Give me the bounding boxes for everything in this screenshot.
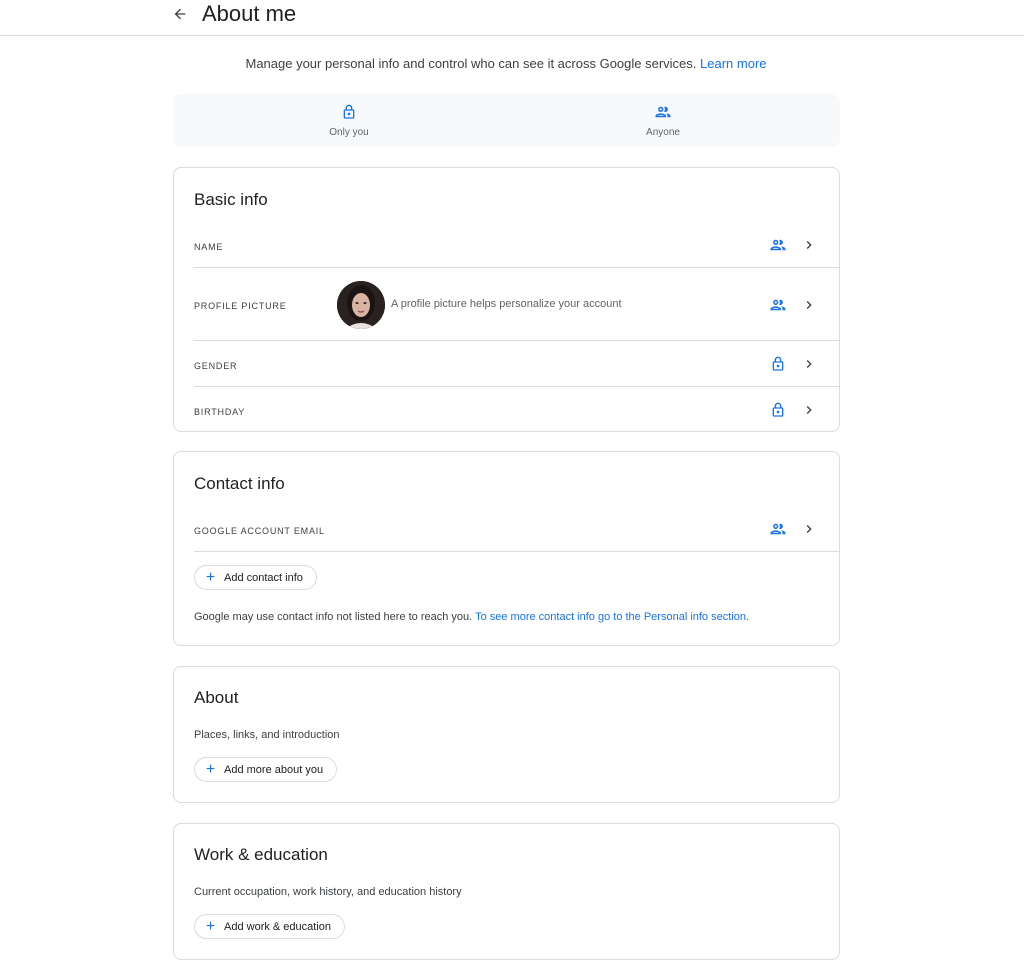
page-title: About me bbox=[202, 1, 297, 26]
personal-info-link[interactable]: To see more contact info go to the Perso… bbox=[475, 611, 749, 623]
chevron-right-icon bbox=[801, 402, 817, 418]
contact-info-card: Contact info GOOGLE ACCOUNT EMAIL + Add … bbox=[173, 451, 840, 646]
intro-text: Manage your personal info and control wh… bbox=[0, 55, 1012, 73]
google-account-email-row[interactable]: GOOGLE ACCOUNT EMAIL bbox=[194, 506, 839, 552]
lock-icon bbox=[772, 356, 784, 371]
profile-picture-hint: A profile picture helps personalize your… bbox=[391, 298, 622, 310]
learn-more-link[interactable]: Learn more bbox=[700, 56, 766, 71]
visibility-anyone bbox=[769, 520, 787, 538]
top-bar: About me bbox=[0, 0, 1024, 36]
chevron-right-icon bbox=[801, 237, 817, 253]
gender-row[interactable]: GENDER bbox=[194, 341, 839, 387]
visibility-only-you bbox=[769, 401, 787, 419]
visibility-anyone bbox=[769, 296, 787, 314]
add-contact-info-label: Add contact info bbox=[224, 571, 303, 584]
work-education-subtitle: Current occupation, work history, and ed… bbox=[194, 886, 462, 898]
visibility-anyone bbox=[769, 236, 787, 254]
name-row[interactable]: NAME bbox=[194, 222, 839, 268]
chevron-right-icon bbox=[801, 521, 817, 537]
about-card: About Places, links, and introduction + … bbox=[173, 666, 840, 803]
people-icon bbox=[655, 106, 671, 118]
people-icon bbox=[770, 523, 786, 535]
chevron-right-icon bbox=[801, 356, 817, 372]
visibility-legend: Only you Anyone bbox=[173, 94, 840, 147]
plus-icon: + bbox=[205, 760, 216, 778]
google-account-email-label: GOOGLE ACCOUNT EMAIL bbox=[194, 526, 325, 536]
about-title: About bbox=[194, 688, 239, 707]
intro-description: Manage your personal info and control wh… bbox=[245, 56, 697, 71]
birthday-row[interactable]: BIRTHDAY bbox=[194, 387, 839, 431]
about-subtitle: Places, links, and introduction bbox=[194, 729, 340, 741]
plus-icon: + bbox=[205, 917, 216, 935]
work-education-card: Work & education Current occupation, wor… bbox=[173, 823, 840, 960]
plus-icon: + bbox=[205, 568, 216, 586]
people-icon bbox=[770, 299, 786, 311]
profile-picture-label: PROFILE PICTURE bbox=[194, 301, 287, 311]
add-contact-info-button[interactable]: + Add contact info bbox=[194, 565, 317, 590]
add-work-education-button[interactable]: + Add work & education bbox=[194, 914, 346, 939]
work-education-title: Work & education bbox=[194, 845, 328, 864]
basic-info-title: Basic info bbox=[194, 190, 268, 209]
basic-info-card: Basic info NAME PROFILE PICTURE A profil… bbox=[173, 167, 840, 432]
chevron-right-icon bbox=[801, 297, 817, 313]
gender-label: GENDER bbox=[194, 361, 238, 371]
add-more-about-you-label: Add more about you bbox=[224, 763, 324, 776]
add-more-about-you-button[interactable]: + Add more about you bbox=[194, 757, 338, 782]
contact-info-note-text: Google may use contact info not listed h… bbox=[194, 611, 473, 623]
people-icon bbox=[770, 239, 786, 251]
lock-icon bbox=[772, 402, 784, 417]
name-label: NAME bbox=[194, 242, 224, 252]
legend-anyone: Anyone bbox=[588, 102, 738, 139]
visibility-only-you bbox=[769, 355, 787, 373]
avatar bbox=[337, 281, 385, 329]
legend-only-you: Only you bbox=[274, 102, 424, 139]
contact-info-title: Contact info bbox=[194, 474, 285, 493]
add-work-education-label: Add work & education bbox=[224, 920, 332, 933]
birthday-label: BIRTHDAY bbox=[194, 407, 246, 417]
legend-anyone-label: Anyone bbox=[646, 127, 680, 138]
legend-only-you-label: Only you bbox=[329, 127, 369, 138]
arrow-back-icon bbox=[174, 8, 186, 20]
lock-icon bbox=[343, 104, 355, 119]
profile-picture-row[interactable]: PROFILE PICTURE A profile picture helps … bbox=[194, 268, 839, 341]
contact-info-note: Google may use contact info not listed h… bbox=[194, 610, 749, 624]
back-button[interactable] bbox=[169, 3, 191, 25]
